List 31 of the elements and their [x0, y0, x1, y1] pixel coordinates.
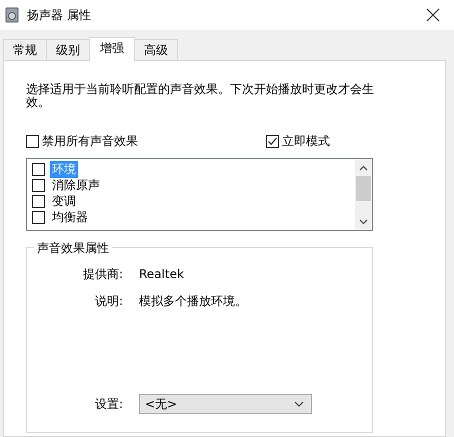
setting-label: 设置: [94, 396, 123, 412]
checkbox-label[interactable]: 立即模式 [282, 132, 330, 150]
checkbox[interactable] [266, 134, 279, 148]
checkbox-label[interactable]: 禁用所有声音效果 [42, 132, 138, 150]
setting-dropdown[interactable]: <无> [139, 394, 312, 414]
checkbox[interactable] [32, 162, 45, 176]
scroll-down-icon[interactable] [359, 219, 368, 225]
effects-list[interactable]: 环境 消除原声 变调 均衡器 [26, 158, 373, 231]
checkbox[interactable] [32, 178, 45, 192]
effect-item[interactable]: 均衡器 [50, 208, 90, 226]
scroll-up-icon[interactable] [359, 165, 368, 171]
instruction-text: 选择适用于当前聆听配置的声音效果。下次开始播放时更改才会生效。 [26, 83, 375, 109]
window-title: 扬声器 属性 [27, 6, 92, 24]
close-icon[interactable] [426, 8, 440, 22]
speaker-icon [5, 7, 19, 23]
scrollbar-thumb[interactable] [356, 176, 371, 201]
provider-value: Realtek [139, 267, 184, 281]
checkbox[interactable] [32, 194, 45, 208]
effect-item[interactable]: 消除原声 [50, 176, 102, 194]
checkbox[interactable] [32, 210, 45, 224]
tab[interactable]: 高级 [134, 39, 178, 60]
provider-label: 提供商: [82, 266, 123, 282]
scrollbar[interactable] [355, 159, 372, 230]
description-text: 模拟多个播放环境。 [139, 292, 247, 310]
chevron-down-icon [294, 401, 304, 407]
checkbox[interactable] [26, 134, 39, 148]
description-label: 说明: [94, 292, 123, 310]
effect-item[interactable]: 变调 [50, 192, 78, 210]
tab[interactable]: 增强 [89, 37, 135, 61]
group-title: 声音效果属性 [34, 240, 112, 257]
tab[interactable]: 常规 [3, 39, 47, 60]
